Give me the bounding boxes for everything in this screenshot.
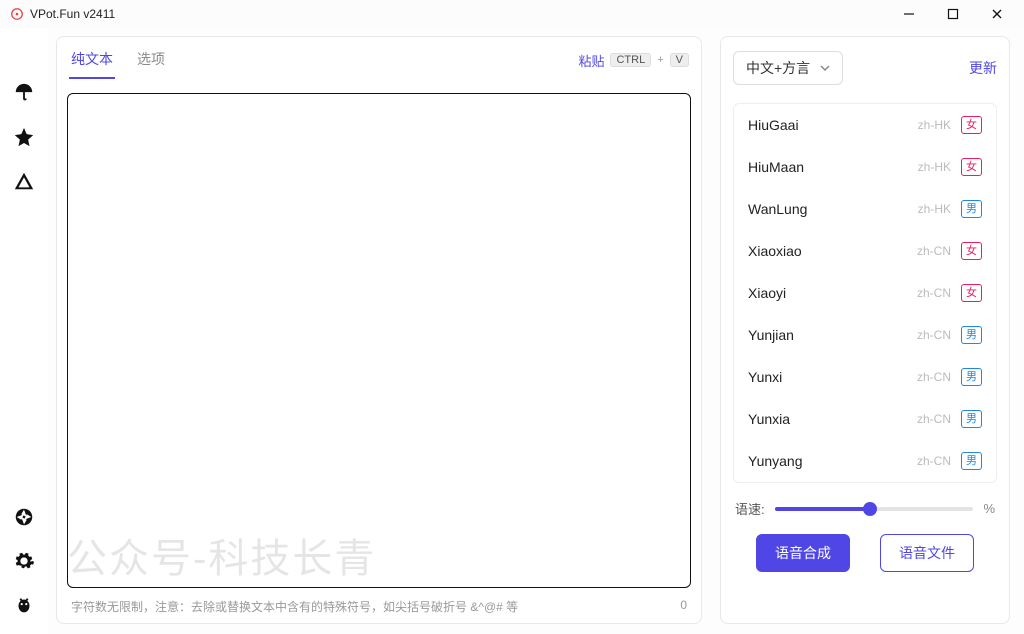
synthesize-button[interactable]: 语音合成 xyxy=(756,534,850,572)
tab-options[interactable]: 选项 xyxy=(135,41,167,79)
paste-label: 粘贴 xyxy=(578,51,604,70)
voice-item[interactable]: Yunxi zh-CN 男 xyxy=(734,356,996,398)
voice-name: HiuGaai xyxy=(748,117,799,133)
language-select[interactable]: 中文+方言 xyxy=(733,51,843,85)
voice-item[interactable]: Xiaoyi zh-CN 女 xyxy=(734,272,996,314)
app-icon xyxy=(10,7,24,21)
voice-name: WanLung xyxy=(748,201,807,217)
speed-percent: % xyxy=(983,501,995,516)
voice-locale: zh-CN xyxy=(917,286,951,300)
voice-name: Yunxi xyxy=(748,369,782,385)
key-ctrl: CTRL xyxy=(610,53,651,67)
language-label: 中文+方言 xyxy=(746,58,810,78)
gender-badge: 男 xyxy=(961,200,982,218)
gender-badge: 女 xyxy=(961,116,982,134)
paste-hint[interactable]: 粘贴 CTRL + V xyxy=(578,51,689,70)
umbrella-icon[interactable] xyxy=(13,82,35,104)
char-count: 0 xyxy=(680,598,687,615)
text-input[interactable] xyxy=(67,93,691,588)
voice-name: Yunjian xyxy=(748,327,794,343)
gender-badge: 男 xyxy=(961,368,982,386)
char-hint: 字符数无限制，注意：去除或替换文本中含有的特殊符号，如尖括号破折号 &^@# 等 xyxy=(71,598,518,615)
gender-badge: 男 xyxy=(961,326,982,344)
aperture-icon[interactable] xyxy=(13,506,35,528)
voice-locale: zh-CN xyxy=(917,454,951,468)
minimize-button[interactable] xyxy=(890,2,928,26)
voice-name: Xiaoxiao xyxy=(748,243,802,259)
close-button[interactable] xyxy=(978,2,1016,26)
voice-list[interactable]: HiuGaaizh-HK女HiuMaanzh-HK女WanLungzh-HK男X… xyxy=(733,103,997,483)
voice-locale: zh-CN xyxy=(917,244,951,258)
voice-item[interactable]: HiuMaan zh-HK 女 xyxy=(734,146,996,188)
star-icon[interactable] xyxy=(13,126,35,148)
voice-item[interactable]: Yunxia zh-CN 男 xyxy=(734,398,996,440)
voice-locale: zh-HK xyxy=(918,160,951,174)
app-title: VPot.Fun v2411 xyxy=(30,7,115,21)
gender-badge: 女 xyxy=(961,158,982,176)
voice-locale: zh-CN xyxy=(917,370,951,384)
gear-icon[interactable] xyxy=(13,550,35,572)
voice-panel: 中文+方言 更新 HiuGaai zh-HK 女 HiuMaan zh-HK 女 WanLu… xyxy=(720,36,1010,624)
gender-badge: 男 xyxy=(961,410,982,428)
plus-sign: + xyxy=(657,54,663,66)
gender-badge: 女 xyxy=(961,284,982,302)
voice-file-button[interactable]: 语音文件 xyxy=(880,534,974,572)
sidebar xyxy=(0,28,48,634)
voice-name: HiuMaan xyxy=(748,159,804,175)
gender-badge: 男 xyxy=(961,452,982,470)
voice-locale: zh-CN xyxy=(917,412,951,426)
voice-name: Yunxia xyxy=(748,411,790,427)
update-link[interactable]: 更新 xyxy=(969,58,997,78)
voice-name: Yunyang xyxy=(748,453,803,469)
maximize-button[interactable] xyxy=(934,2,972,26)
bug-icon[interactable] xyxy=(13,594,35,616)
voice-item[interactable]: Yunjian zh-CN 男 xyxy=(734,314,996,356)
tent-icon[interactable] xyxy=(13,170,35,192)
speed-label: 语速: xyxy=(735,499,765,518)
voice-item[interactable]: WanLung zh-HK 男 xyxy=(734,188,996,230)
text-panel: 纯文本 选项 粘贴 CTRL + V 公众号-科技长青 字符数无限制，注意：去除… xyxy=(56,36,702,624)
voice-locale: zh-HK xyxy=(918,118,951,132)
chevron-down-icon xyxy=(820,63,830,73)
voice-item[interactable]: Xiaoxiao zh-CN 女 xyxy=(734,230,996,272)
voice-item[interactable]: Yunyang zh-CN 男 xyxy=(734,440,996,482)
key-v: V xyxy=(670,53,689,67)
voice-locale: zh-CN xyxy=(917,328,951,342)
titlebar: VPot.Fun v2411 xyxy=(0,0,1024,28)
gender-badge: 女 xyxy=(961,242,982,260)
voice-item[interactable]: HiuGaai zh-HK 女 xyxy=(734,104,996,146)
speed-slider[interactable] xyxy=(775,502,974,516)
tab-plain-text[interactable]: 纯文本 xyxy=(69,41,115,79)
voice-locale: zh-HK xyxy=(918,202,951,216)
voice-name: Xiaoyi xyxy=(748,285,786,301)
